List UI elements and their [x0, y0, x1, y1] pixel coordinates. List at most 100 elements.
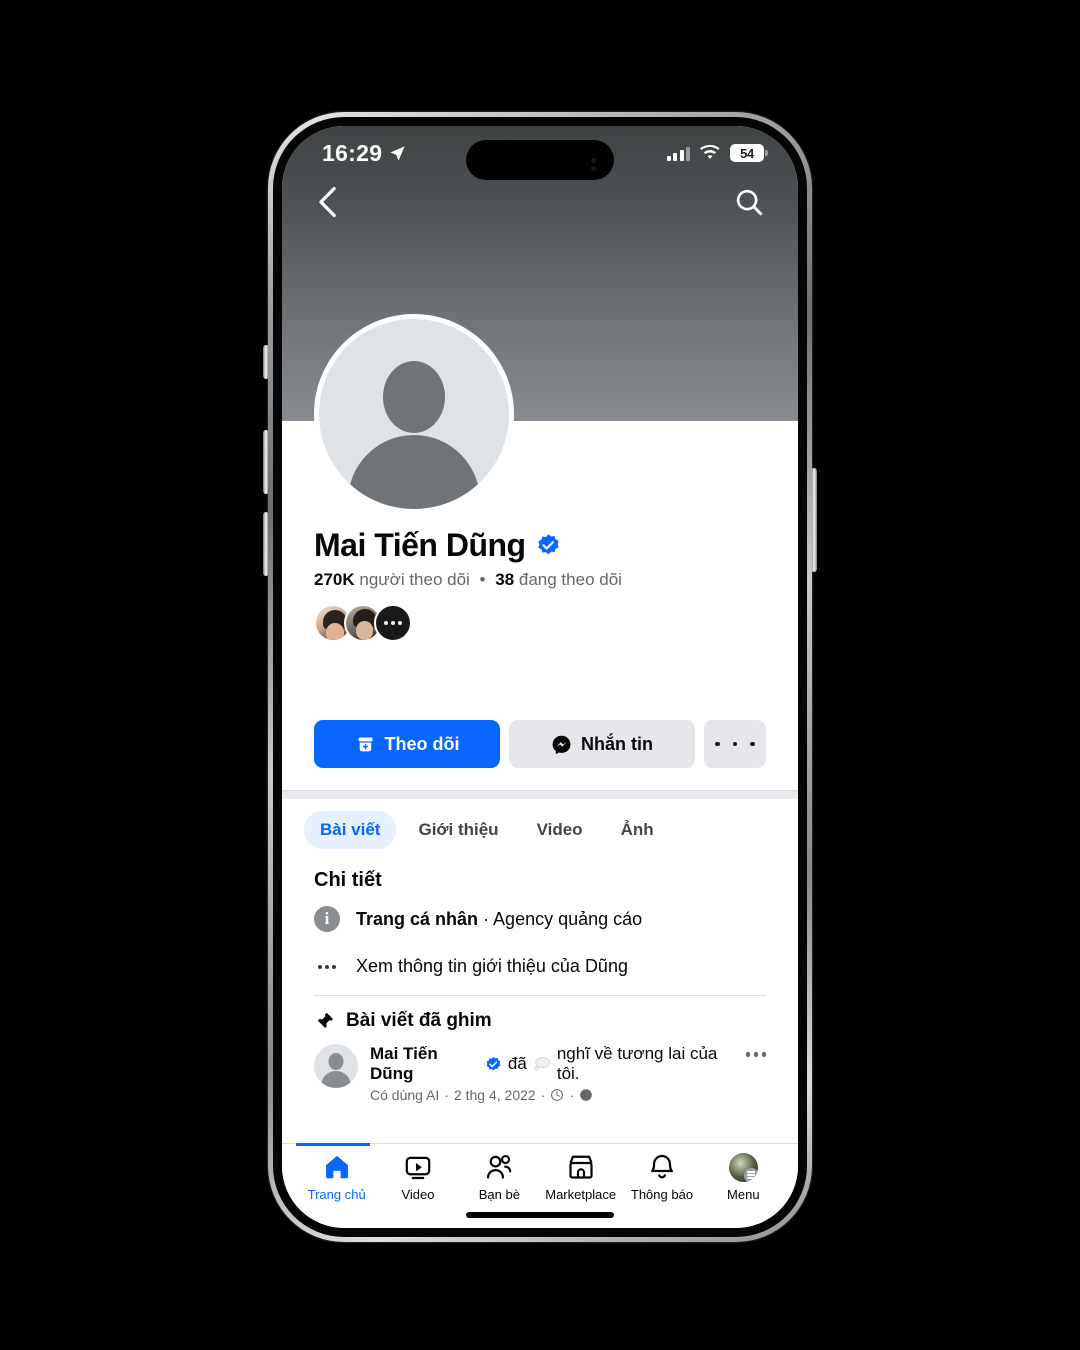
see-about-label: Xem thông tin giới thiệu của Dũng: [356, 956, 628, 976]
followers-count: 270K: [314, 570, 355, 589]
detail-category-secondary: Agency quảng cáo: [493, 908, 643, 929]
section-divider: [282, 790, 798, 799]
tab-posts[interactable]: Bài viết: [304, 811, 397, 849]
bell-icon: [647, 1152, 677, 1182]
bottom-navigation: Trang chủ Video Bạn bè Marketplace Thông…: [282, 1143, 798, 1228]
stats-separator: •: [479, 570, 486, 589]
details-title: Chi tiết: [314, 869, 382, 891]
battery-level: 54: [740, 145, 754, 161]
mutual-avatar-more[interactable]: [374, 604, 412, 642]
ellipsis-icon: [715, 741, 720, 747]
wifi-icon: [700, 145, 720, 159]
more-options-button[interactable]: [704, 720, 766, 768]
phone-frame: 16:29 54 Mai Tiến Dũng 270K người theo d…: [268, 112, 812, 1242]
tab-video[interactable]: Video: [521, 811, 599, 849]
status-time: 16:29: [322, 139, 383, 166]
follow-button[interactable]: Theo dõi: [314, 720, 500, 768]
screenshot-stage: 16:29 54 Mai Tiến Dũng 270K người theo d…: [0, 0, 1080, 1350]
cover-navigation: [282, 180, 798, 218]
nav-label: Video: [401, 1187, 435, 1202]
active-tab-indicator: [296, 1143, 370, 1146]
follow-person-icon: [358, 737, 372, 751]
phone-bezel: 16:29 54 Mai Tiến Dũng 270K người theo d…: [273, 117, 807, 1237]
meta-sep: ·: [569, 1087, 575, 1103]
verified-badge-icon: [537, 534, 559, 555]
post-menu-button[interactable]: [745, 1044, 766, 1057]
detail-row-category[interactable]: i Trang cá nhân · Agency quảng cáo: [314, 894, 766, 944]
post-headline: Mai Tiến Dũng đã nghĩ về tương lai của t…: [370, 1044, 734, 1084]
detail-category-separator: ·: [478, 908, 494, 929]
profile-actions: Theo dõi Nhắn tin: [282, 720, 798, 768]
marketplace-icon: [566, 1152, 596, 1182]
dynamic-island: [466, 140, 614, 180]
post-author-name[interactable]: Mai Tiến Dũng: [370, 1044, 479, 1084]
tab-label: Ảnh: [620, 820, 654, 839]
nav-label: Trang chủ: [307, 1187, 366, 1202]
nav-item-home[interactable]: Trang chủ: [296, 1152, 377, 1202]
detail-category-primary: Trang cá nhân: [356, 908, 479, 929]
nav-item-friends[interactable]: Bạn bè: [459, 1152, 540, 1202]
post-date: 2 thg 4, 2022: [453, 1087, 536, 1103]
meta-sep: ·: [444, 1087, 449, 1103]
following-count: 38: [495, 570, 515, 589]
chevron-left-icon[interactable]: [316, 186, 338, 218]
info-circle-icon: i: [314, 906, 340, 932]
front-camera-lens: [591, 157, 596, 163]
post-ai-label: Có dùng AI: [370, 1087, 440, 1103]
page-title: Mai Tiến Dũng: [314, 527, 526, 563]
status-bar-right: 54: [666, 144, 768, 162]
bottom-nav-row: Trang chủ Video Bạn bè Marketplace Thông…: [296, 1152, 784, 1202]
post-text: nghĩ về tương lai của tôi.: [556, 1044, 718, 1083]
pin-icon: [316, 1012, 333, 1029]
follow-button-label: Theo dõi: [384, 733, 460, 754]
tab-photos[interactable]: Ảnh: [605, 811, 670, 849]
ellipsis-icon: [314, 964, 340, 969]
message-button-label: Nhắn tin: [581, 733, 653, 754]
default-avatar-icon[interactable]: [319, 319, 509, 509]
nav-label: Menu: [727, 1187, 760, 1202]
detail-row-see-about[interactable]: Xem thông tin giới thiệu của Dũng: [314, 944, 766, 989]
menu-avatar-icon: [728, 1152, 758, 1182]
nav-label: Bạn bè: [478, 1187, 520, 1202]
ellipsis-icon: [732, 741, 738, 747]
globe-icon: [580, 1089, 592, 1101]
home-indicator[interactable]: [466, 1212, 614, 1218]
clock-icon: [551, 1089, 564, 1101]
nav-item-video[interactable]: Video: [377, 1152, 458, 1202]
nav-item-marketplace[interactable]: Marketplace: [540, 1152, 621, 1202]
friends-icon: [484, 1152, 514, 1182]
follower-stats[interactable]: 270K người theo dõi • 38 đang theo dõi: [314, 570, 766, 590]
pinned-post-header: Bài viết đã ghim: [314, 996, 766, 1038]
post-action-word: đã: [507, 1054, 527, 1073]
avatar: [728, 1152, 758, 1182]
avatar-body: [348, 435, 480, 509]
verified-badge-icon: [486, 1056, 501, 1071]
pinned-post[interactable]: Mai Tiến Dũng đã nghĩ về tương lai của t…: [314, 1038, 766, 1103]
tab-label: Bài viết: [320, 820, 381, 839]
ellipsis-icon: [750, 741, 755, 747]
search-icon[interactable]: [734, 187, 764, 217]
profile-tabs: Bài viết Giới thiệu Video Ảnh: [282, 799, 798, 859]
profile-body: Mai Tiến Dũng 270K người theo dõi • 38 đ…: [282, 421, 798, 1103]
details-section: Chi tiết i Trang cá nhân · Agency quảng …: [282, 859, 798, 1103]
followers-label: người theo dõi: [359, 570, 470, 589]
meta-sep: ·: [540, 1087, 546, 1103]
post-author-avatar[interactable]: [314, 1044, 358, 1088]
mutual-friends-avatars[interactable]: [314, 604, 766, 642]
profile-name-row: Mai Tiến Dũng: [314, 527, 766, 564]
tab-label: Video: [536, 820, 583, 839]
battery-indicator: 54: [730, 144, 768, 162]
detail-category-text: Trang cá nhân · Agency quảng cáo: [356, 909, 642, 930]
nav-label: Marketplace: [545, 1187, 617, 1202]
profile-avatar-wrap[interactable]: [314, 314, 514, 514]
cellular-signal-icon: [666, 146, 690, 161]
message-button[interactable]: Nhắn tin: [509, 720, 695, 768]
status-bar: 16:29 54: [282, 126, 798, 180]
post-metadata: Có dùng AI · 2 thg 4, 2022 · ·: [370, 1087, 734, 1103]
video-icon: [403, 1152, 433, 1182]
thought-bubble-icon: [534, 1057, 550, 1071]
location-arrow-icon: [390, 145, 405, 161]
nav-item-notifications[interactable]: Thông báo: [621, 1152, 702, 1202]
nav-item-menu[interactable]: Menu: [703, 1152, 784, 1202]
tab-about[interactable]: Giới thiệu: [402, 811, 514, 849]
